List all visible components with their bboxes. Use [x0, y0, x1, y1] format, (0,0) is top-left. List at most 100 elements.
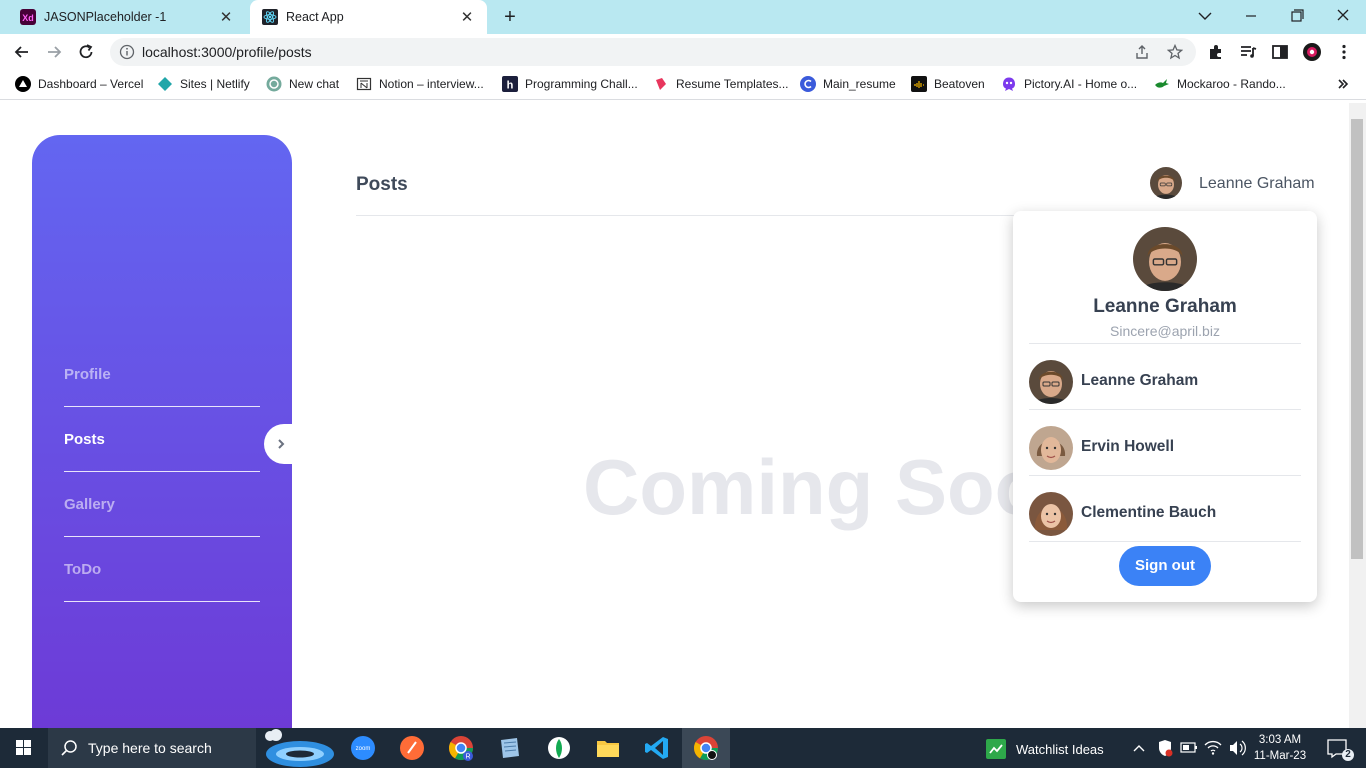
page-scrollbar[interactable] [1349, 103, 1366, 728]
react-icon [262, 9, 278, 25]
vercel-icon [15, 76, 31, 92]
file-explorer-icon[interactable] [584, 728, 632, 768]
divider [1029, 343, 1301, 344]
svg-text:R: R [465, 754, 470, 761]
extensions-puzzle-icon[interactable] [1206, 42, 1226, 62]
avatar [1029, 426, 1073, 470]
user-avatar[interactable] [1150, 167, 1182, 199]
chrome-profile-app-icon[interactable]: R [437, 728, 485, 768]
dropdown-user-name: Leanne Graham [1093, 296, 1237, 317]
forward-button[interactable] [44, 42, 64, 62]
bookmark-pictory[interactable]: Pictory.AI - Home o... [1001, 76, 1137, 92]
clock-date: 11-Mar-23 [1253, 750, 1307, 762]
page-title: Posts [356, 174, 408, 195]
sidebar-item-label: Profile [64, 366, 111, 383]
share-icon[interactable] [1134, 44, 1150, 60]
watchlist-widget[interactable]: Watchlist Ideas [986, 739, 1104, 759]
account-name: Ervin Howell [1081, 438, 1175, 455]
wifi-icon[interactable] [1202, 728, 1224, 768]
chevron-right-icon [274, 436, 288, 452]
profile-avatar-icon[interactable] [1302, 42, 1322, 62]
chrome-app-icon[interactable] [682, 728, 730, 768]
tab-title: JASONPlaceholder -1 [44, 10, 167, 24]
back-button[interactable] [12, 42, 32, 62]
divider [1029, 475, 1301, 476]
clock-time: 3:03 AM [1258, 734, 1302, 746]
zoom-app-icon[interactable]: zoom [339, 728, 387, 768]
notion-icon [356, 76, 372, 92]
divider [1029, 409, 1301, 410]
sidebar-item-todo[interactable]: ToDo [64, 537, 260, 602]
sidebar-item-posts[interactable]: Posts [64, 407, 260, 472]
scrollbar-thumb[interactable] [1351, 119, 1363, 559]
openai-icon [266, 76, 282, 92]
sign-out-button[interactable]: Sign out [1119, 546, 1211, 586]
system-clock[interactable]: 3:03 AM 11-Mar-23 [1252, 732, 1308, 764]
tab-search-chevron-icon[interactable] [1190, 6, 1220, 26]
close-window-button[interactable] [1328, 6, 1358, 26]
bookmark-mockaroo[interactable]: Mockaroo - Rando... [1154, 76, 1286, 92]
bookmark-main-resume[interactable]: Main_resume [800, 76, 896, 92]
sidebar: Profile Posts Gallery ToDo [32, 135, 292, 735]
bookmark-star-icon[interactable] [1167, 44, 1183, 60]
weather-widget-icon[interactable] [256, 728, 338, 768]
user-name[interactable]: Leanne Graham [1199, 175, 1315, 193]
search-icon [60, 739, 78, 757]
security-shield-icon[interactable] [1154, 728, 1176, 768]
reload-button[interactable] [76, 42, 96, 62]
profile-dropdown: Leanne Graham Sincere@april.biz Leanne G… [1013, 211, 1317, 602]
sidebar-item-profile[interactable]: Profile [64, 342, 260, 407]
taskbar-search[interactable]: Type here to search [48, 728, 256, 768]
url-text: localhost:3000/profile/posts [142, 44, 312, 60]
taskbar: Type here to search zoom R Watchlist Ide… [0, 728, 1366, 768]
battery-icon[interactable] [1178, 728, 1200, 768]
bookmark-new-chat[interactable]: New chat [266, 76, 339, 92]
resume-icon [653, 76, 669, 92]
tab-title: React App [286, 10, 344, 24]
windows-start-icon[interactable] [0, 728, 48, 768]
close-icon[interactable]: ✕ [218, 8, 234, 26]
sidebar-item-label: ToDo [64, 561, 102, 578]
account-item-clementine-bauch[interactable]: Clementine Bauch [1029, 489, 1301, 539]
browser-menu-icon[interactable] [1334, 42, 1354, 62]
new-tab-button[interactable]: + [499, 6, 521, 29]
tab-jasonplaceholder[interactable]: Xd JASONPlaceholder -1 ✕ [8, 0, 246, 34]
svg-text:h: h [507, 80, 514, 92]
close-icon[interactable]: ✕ [459, 8, 475, 26]
vscode-app-icon[interactable] [633, 728, 681, 768]
search-placeholder: Type here to search [88, 740, 212, 756]
bookmark-beatoven[interactable]: Beatoven [911, 76, 985, 92]
notes-app-icon[interactable] [486, 728, 534, 768]
notifications-icon[interactable]: 2 [1318, 728, 1366, 768]
bookmarks-bar: Dashboard – Vercel Sites | Netlify New c… [0, 70, 1366, 100]
site-info-icon[interactable] [119, 44, 135, 60]
adobe-xd-icon: Xd [20, 9, 36, 25]
postman-app-icon[interactable] [388, 728, 436, 768]
restore-button[interactable] [1282, 6, 1312, 26]
svg-text:Xd: Xd [22, 13, 34, 23]
tab-react-app[interactable]: React App ✕ [250, 0, 487, 34]
account-item-leanne-graham[interactable]: Leanne Graham [1029, 357, 1301, 407]
bookmark-netlify[interactable]: Sites | Netlify [157, 76, 250, 92]
bookmark-notion[interactable]: Notion – interview... [356, 76, 484, 92]
bookmark-vercel[interactable]: Dashboard – Vercel [15, 76, 143, 92]
address-bar[interactable]: localhost:3000/profile/posts [110, 38, 1196, 66]
sidebar-item-gallery[interactable]: Gallery [64, 472, 260, 537]
mockaroo-icon [1154, 76, 1170, 92]
svg-text:zoom: zoom [356, 746, 371, 752]
volume-icon[interactable] [1226, 728, 1248, 768]
notification-count: 2 [1345, 749, 1351, 760]
mongodb-compass-icon[interactable] [535, 728, 583, 768]
more-bookmarks-chevron-icon[interactable] [1336, 77, 1350, 91]
stock-chart-icon [986, 739, 1006, 759]
bookmark-resume-templates[interactable]: Resume Templates... [653, 76, 789, 92]
account-item-ervin-howell[interactable]: Ervin Howell [1029, 423, 1301, 473]
media-queue-icon[interactable] [1238, 42, 1258, 62]
hackerrank-icon: h [502, 76, 518, 92]
widget-label: Watchlist Ideas [1016, 741, 1104, 757]
side-panel-icon[interactable] [1270, 42, 1290, 62]
tray-chevron-up-icon[interactable] [1128, 728, 1150, 768]
divider [1029, 541, 1301, 542]
bookmark-hackerrank[interactable]: h Programming Chall... [502, 76, 638, 92]
minimize-button[interactable] [1236, 6, 1266, 26]
